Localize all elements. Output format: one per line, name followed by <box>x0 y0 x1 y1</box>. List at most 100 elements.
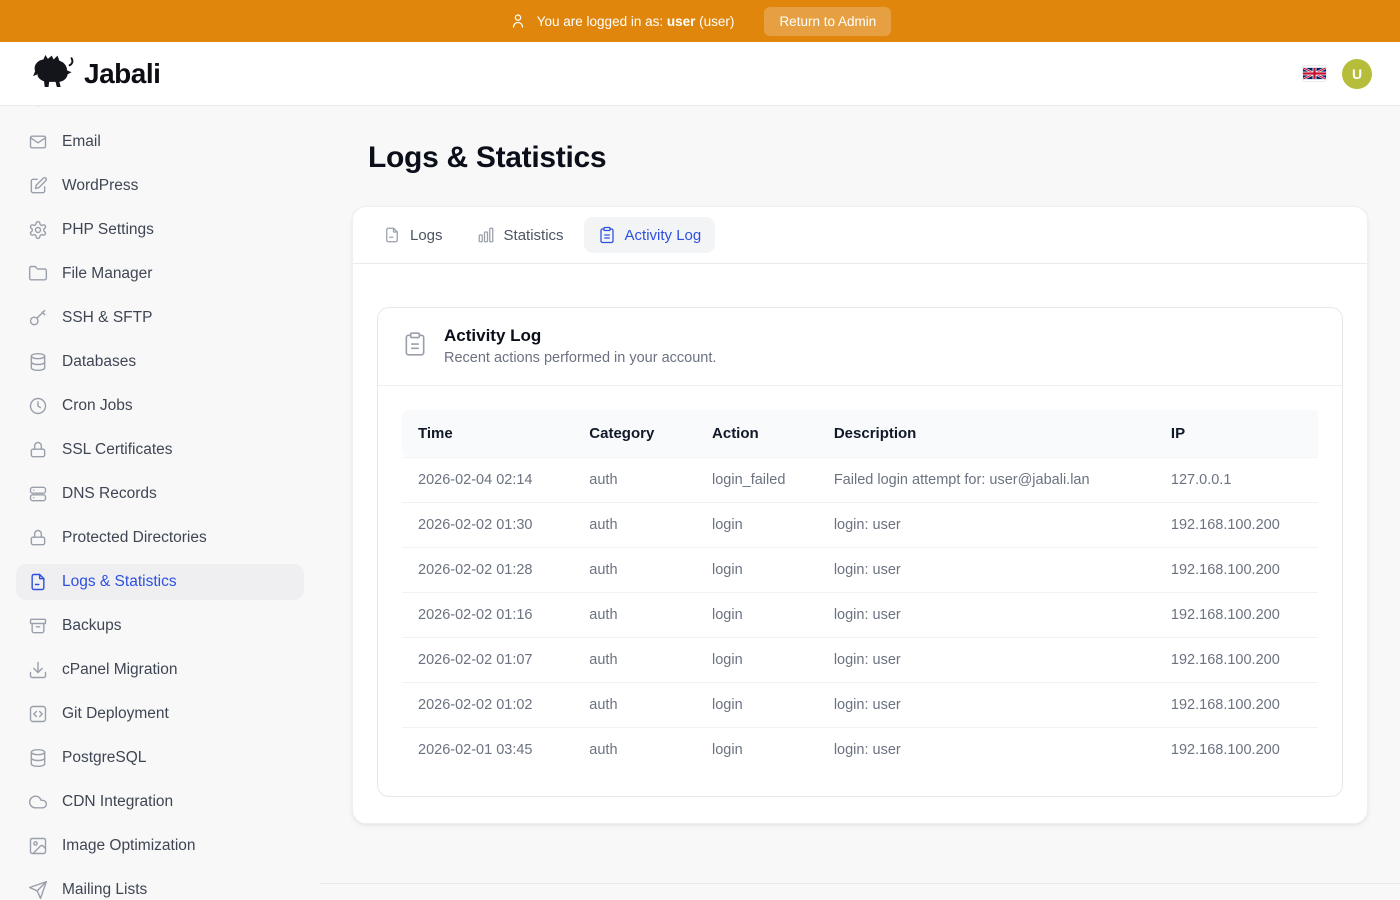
user-avatar[interactable]: U <box>1342 59 1372 89</box>
sidebar-item-databases[interactable]: Databases <box>16 344 304 380</box>
tab-activity-log[interactable]: Activity Log <box>584 217 716 253</box>
cell-time: 2026-02-02 01:28 <box>402 548 573 593</box>
sidebar-item-label: Email <box>62 133 101 151</box>
sidebar-item-label: Databases <box>62 353 136 371</box>
sidebar-item-file-manager[interactable]: File Manager <box>16 256 304 292</box>
tab-icon <box>598 226 616 244</box>
sidebar-item-label: Image Optimization <box>62 837 196 855</box>
cell-time: 2026-02-04 02:14 <box>402 458 573 503</box>
main-content: Logs & Statistics Logs Statistics <box>320 106 1400 900</box>
sidebar-item-label: CDN Integration <box>62 793 173 811</box>
section-divider <box>320 883 1400 884</box>
sidebar-item-cdn-integration[interactable]: CDN Integration <box>16 784 304 820</box>
cell-action: login <box>696 548 818 593</box>
sidebar-item-image-optimization[interactable]: Image Optimization <box>16 828 304 864</box>
tab-logs[interactable]: Logs <box>369 217 457 253</box>
logs-card: Logs Statistics Activity Log <box>352 206 1368 824</box>
brand-name: Jabali <box>84 58 160 90</box>
sidebar-item-ssl-certificates[interactable]: SSL Certificates <box>16 432 304 468</box>
logged-in-role: (user) <box>699 14 734 29</box>
sidebar-item-label: WordPress <box>62 177 138 195</box>
sidebar-item-dns-records[interactable]: DNS Records <box>16 476 304 512</box>
activity-log-table: Time Category Action Description IP <box>402 410 1318 772</box>
sidebar-item-icon <box>28 308 48 328</box>
sidebar-item-icon <box>28 106 48 108</box>
table-row: 2026-02-02 01:28 auth login login: user … <box>402 548 1318 593</box>
column-header: Description <box>818 410 1155 458</box>
sidebar-item-cpanel-migration[interactable]: cPanel Migration <box>16 652 304 688</box>
sidebar-item-label: PHP Settings <box>62 221 154 239</box>
sidebar-item-icon <box>28 616 48 636</box>
sidebar-item-git-deployment[interactable]: Git Deployment <box>16 696 304 732</box>
cell-description: login: user <box>818 548 1155 593</box>
table-header-row: Time Category Action Description IP <box>402 410 1318 458</box>
column-header: IP <box>1155 410 1318 458</box>
cell-time: 2026-02-02 01:30 <box>402 503 573 548</box>
cell-time: 2026-02-02 01:07 <box>402 638 573 683</box>
tab-label: Logs <box>410 227 443 244</box>
cell-category: auth <box>573 548 696 593</box>
sidebar-item-icon <box>28 836 48 856</box>
sidebar-item-protected-directories[interactable]: Protected Directories <box>16 520 304 556</box>
cell-description: login: user <box>818 503 1155 548</box>
cell-ip: 192.168.100.200 <box>1155 683 1318 728</box>
logged-in-username: user <box>667 14 696 29</box>
sidebar-item-icon <box>28 792 48 812</box>
sidebar-item-mailing-lists[interactable]: Mailing Lists <box>16 872 304 900</box>
cell-action: login <box>696 503 818 548</box>
sidebar-item-icon <box>28 220 48 240</box>
sidebar-item-icon <box>28 528 48 548</box>
sidebar-item-cron-jobs[interactable]: Cron Jobs <box>16 388 304 424</box>
sidebar-item-backups[interactable]: Backups <box>16 608 304 644</box>
sidebar-item-label: SSH & SFTP <box>62 309 152 327</box>
cell-ip: 192.168.100.200 <box>1155 548 1318 593</box>
column-header: Action <box>696 410 818 458</box>
sidebar-item-icon <box>28 748 48 768</box>
sidebar-item-label: Logs & Statistics <box>62 573 177 591</box>
cell-action: login <box>696 728 818 773</box>
language-flag-uk-icon[interactable] <box>1303 66 1326 81</box>
sidebar-item-wordpress[interactable]: WordPress <box>16 168 304 204</box>
logged-in-text: You are logged in as: user (user) <box>537 14 735 29</box>
sidebar-item-php-settings[interactable]: PHP Settings <box>16 212 304 248</box>
sidebar-item-label: DNS Records <box>62 485 157 503</box>
cell-time: 2026-02-01 03:45 <box>402 728 573 773</box>
sidebar-item-icon <box>28 352 48 372</box>
cell-ip: 192.168.100.200 <box>1155 503 1318 548</box>
cell-category: auth <box>573 593 696 638</box>
sidebar-item-icon <box>28 440 48 460</box>
tab-label: Statistics <box>504 227 564 244</box>
clipboard-icon <box>402 331 428 357</box>
sidebar-item-email[interactable]: Email <box>16 124 304 160</box>
activity-log-card: Activity Log Recent actions performed in… <box>377 307 1343 797</box>
cell-description: Failed login attempt for: user@jabali.la… <box>818 458 1155 503</box>
cell-action: login_failed <box>696 458 818 503</box>
card-title: Activity Log <box>444 326 716 345</box>
tab-bar: Logs Statistics Activity Log <box>353 207 1367 264</box>
column-header: Time <box>402 410 573 458</box>
brand-logo[interactable]: Jabali <box>30 53 160 94</box>
sidebar-item-label: Protected Directories <box>62 529 207 547</box>
sidebar-item-icon <box>28 176 48 196</box>
cell-category: auth <box>573 728 696 773</box>
cell-description: login: user <box>818 728 1155 773</box>
cell-action: login <box>696 683 818 728</box>
sidebar-item-icon <box>28 132 48 152</box>
sidebar-item-icon <box>28 572 48 592</box>
sidebar-item-label: Cron Jobs <box>62 397 133 415</box>
table-row: 2026-02-04 02:14 auth login_failed Faile… <box>402 458 1318 503</box>
cell-category: auth <box>573 458 696 503</box>
sidebar-item-ssh-sftp[interactable]: SSH & SFTP <box>16 300 304 336</box>
cell-action: login <box>696 638 818 683</box>
cell-category: auth <box>573 683 696 728</box>
column-header: Category <box>573 410 696 458</box>
sidebar-item-logs-statistics[interactable]: Logs & Statistics <box>16 564 304 600</box>
sidebar-item-label: cPanel Migration <box>62 661 177 679</box>
cell-description: login: user <box>818 593 1155 638</box>
sidebar-item-label: PostgreSQL <box>62 749 146 767</box>
sidebar-item-item[interactable] <box>16 106 304 116</box>
tab-statistics[interactable]: Statistics <box>463 217 578 253</box>
return-to-admin-button[interactable]: Return to Admin <box>764 7 891 36</box>
sidebar-item-postgresql[interactable]: PostgreSQL <box>16 740 304 776</box>
cell-description: login: user <box>818 638 1155 683</box>
